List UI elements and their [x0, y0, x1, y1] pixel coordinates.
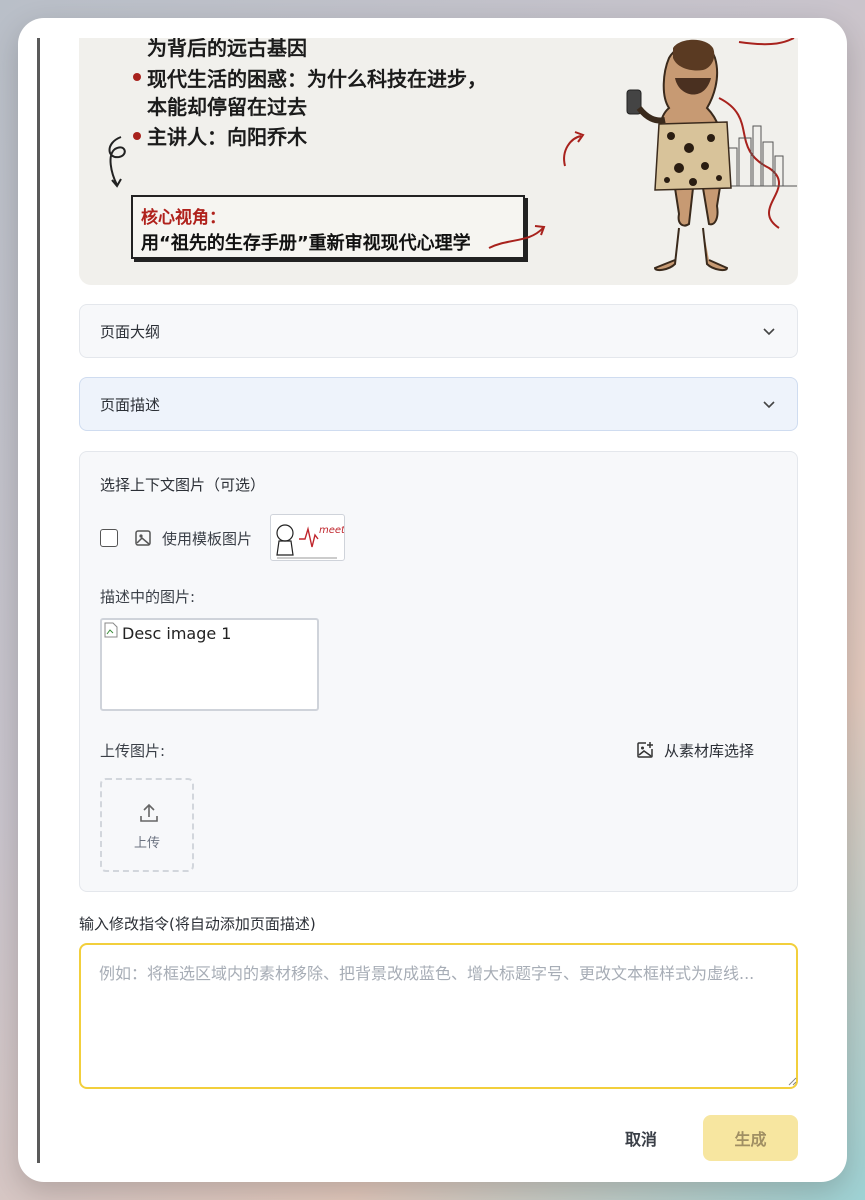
scroll-indicator: [37, 38, 40, 1163]
instruction-input[interactable]: [79, 943, 798, 1089]
select-from-library-button[interactable]: 从素材库选择: [636, 737, 754, 763]
template-thumbnail[interactable]: meet: [270, 514, 345, 561]
slide-bullet-2b: 本能却停留在过去: [147, 95, 307, 119]
template-thumb-text: meet: [319, 525, 345, 536]
description-images-label: 描述中的图片:: [100, 588, 196, 606]
swirl-arrow-icon: [108, 136, 126, 188]
edit-page-dialog: 为背后的远古基因 现代生活的困惑：为什么科技在进步， 本能却停留在过去 主讲人：…: [18, 18, 847, 1182]
core-description: 用“祖先的生存手册”重新审视现代心理学: [141, 233, 471, 254]
instruction-label: 输入修改指令(将自动添加页面描述): [79, 915, 316, 933]
image-add-icon: [637, 742, 653, 758]
broken-image-icon: [104, 622, 118, 638]
caveman-illustration: [488, 38, 797, 272]
accordion-page-outline[interactable]: 页面大纲: [79, 304, 798, 358]
context-panel-title: 选择上下文图片（可选）: [100, 476, 266, 494]
generate-button[interactable]: 生成: [703, 1115, 798, 1161]
template-thumbnail-art: [276, 524, 337, 559]
slide-bullet-3: 主讲人：向阳乔木: [147, 125, 307, 149]
chevron-down-icon: [763, 328, 775, 336]
accordion-page-description[interactable]: 页面描述: [79, 377, 798, 431]
chevron-down-icon: [763, 401, 775, 409]
bullet-dot: [133, 132, 141, 140]
core-title: 核心视角：: [141, 208, 226, 228]
slide-bullet-2a: 现代生活的困惑：为什么科技在进步，: [147, 67, 487, 91]
accordion-description-label: 页面描述: [100, 395, 161, 414]
use-template-checkbox[interactable]: [100, 529, 118, 547]
slide-text-area: 为背后的远古基因 现代生活的困惑：为什么科技在进步， 本能却停留在过去 主讲人：…: [79, 38, 539, 285]
cancel-button[interactable]: 取消: [603, 1115, 679, 1161]
use-template-label[interactable]: 使用模板图片: [162, 528, 252, 549]
slide-preview: 为背后的远古基因 现代生活的困惑：为什么科技在进步， 本能却停留在过去 主讲人：…: [79, 38, 798, 285]
upload-images-label: 上传图片:: [100, 742, 166, 760]
image-icon: [135, 530, 151, 546]
resize-grip-icon[interactable]: [787, 1076, 797, 1086]
slide-line-partial: 为背后的远古基因: [147, 38, 307, 60]
context-images-panel: 选择上下文图片（可选） 使用模板图片 meet 描述中的图片: Desc ima…: [79, 451, 798, 892]
description-image-alt: Desc image 1: [122, 624, 232, 643]
bullet-dot: [133, 73, 141, 81]
upload-icon: [140, 803, 158, 822]
upload-label: 上传: [133, 836, 160, 851]
accordion-outline-label: 页面大纲: [100, 322, 161, 341]
upload-dropzone[interactable]: 上传: [100, 778, 194, 872]
description-image-1[interactable]: Desc image 1: [100, 618, 319, 711]
core-perspective-box: 核心视角： 用“祖先的生存手册”重新审视现代心理学: [131, 195, 525, 259]
select-from-library-label: 从素材库选择: [664, 741, 755, 760]
